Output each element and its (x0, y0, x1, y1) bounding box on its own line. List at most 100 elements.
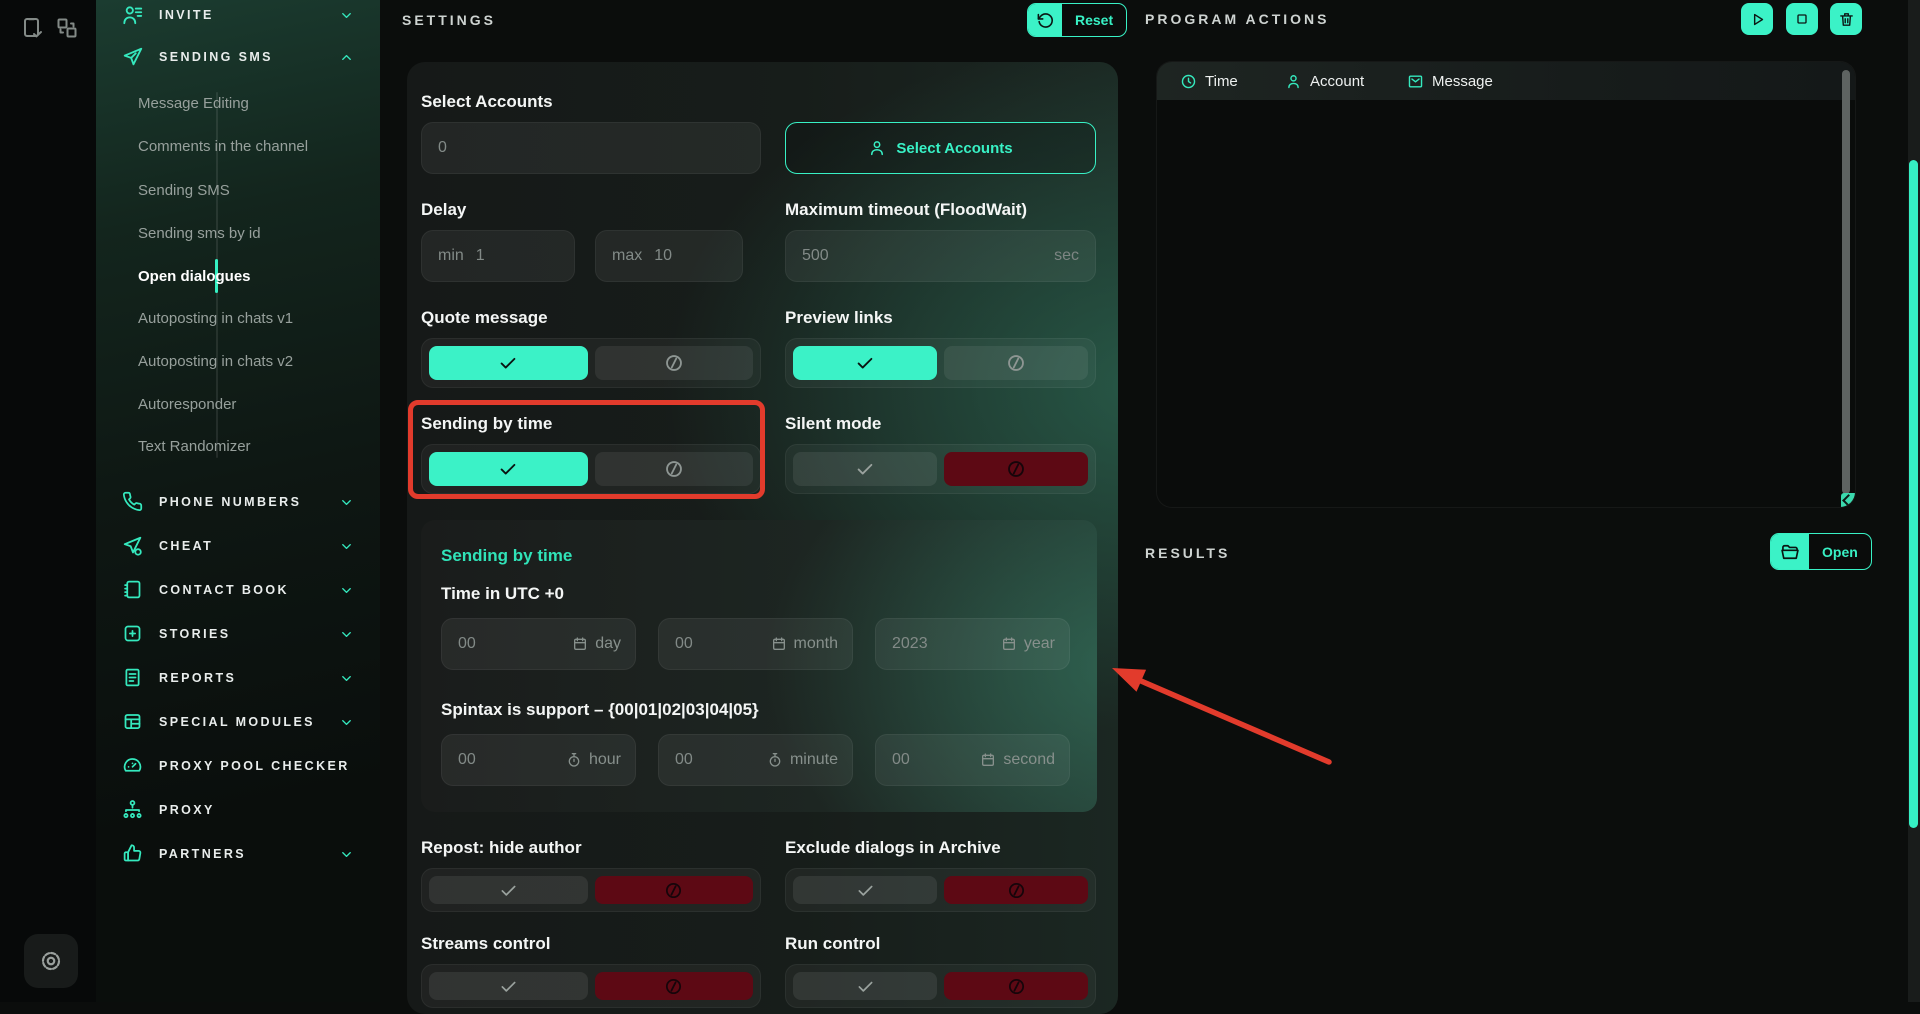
toggle-no-button[interactable] (595, 452, 754, 486)
slash-circle-icon (1006, 976, 1027, 997)
sidebar-item-reports[interactable]: REPORTS (96, 663, 380, 693)
select-accounts-button-label: Select Accounts (896, 140, 1012, 157)
sidebar-item-cheat[interactable]: CHEAT (96, 531, 380, 561)
check-icon (497, 458, 519, 480)
envelope-icon (1407, 73, 1424, 90)
arrow-annotation (1098, 648, 1348, 778)
toggle-yes-button[interactable] (429, 972, 588, 1000)
minute-input[interactable]: 00 minute (658, 734, 853, 786)
sidebar-subitem-sending-sms[interactable]: Sending SMS (96, 175, 380, 205)
table-scrollbar-thumb[interactable] (1842, 70, 1850, 494)
toggle-yes-button[interactable] (793, 346, 937, 380)
chevron-down-icon[interactable] (339, 715, 354, 730)
clipboard-check-icon[interactable] (20, 16, 44, 40)
delay-min-prefix: min (438, 247, 464, 265)
sidebar-subitem-autoresponder[interactable]: Autoresponder (96, 389, 380, 419)
settings-gear-button[interactable] (24, 934, 78, 988)
open-results-button[interactable]: Open (1770, 533, 1872, 570)
toggle-no-button[interactable] (595, 876, 754, 904)
reset-button[interactable]: Reset (1027, 3, 1127, 37)
settings-title: SETTINGS (402, 12, 496, 28)
swap-windows-icon[interactable] (55, 16, 79, 40)
sidebar-subitem-comments-in-channel[interactable]: Comments in the channel (96, 131, 380, 161)
toggle-yes-button[interactable] (429, 346, 588, 380)
toggle-yes-button[interactable] (793, 876, 937, 904)
chevron-down-icon[interactable] (339, 627, 354, 642)
column-header-time[interactable]: Time (1180, 62, 1238, 100)
play-button[interactable] (1741, 3, 1773, 35)
chevron-down-icon[interactable] (339, 539, 354, 554)
plus-square-icon (122, 623, 144, 645)
toggle-no-button[interactable] (595, 346, 754, 380)
chevron-down-icon[interactable] (339, 8, 354, 23)
sidebar: INVITE SENDING SMS Message Editing Comme… (96, 0, 380, 1002)
slash-circle-icon (1005, 458, 1027, 480)
sidebar-item-sending-sms[interactable]: SENDING SMS (96, 42, 380, 72)
timeout-input[interactable]: 500sec (785, 230, 1096, 282)
reset-icon (1028, 4, 1062, 36)
thumbs-up-icon (122, 843, 144, 865)
stop-button[interactable] (1786, 3, 1818, 35)
sidebar-item-proxy-pool-checker[interactable]: PROXY POOL CHECKER (96, 751, 380, 781)
sidebar-item-label: PROXY POOL CHECKER (159, 759, 350, 773)
phone-icon (122, 491, 144, 513)
toggle-no-button[interactable] (944, 346, 1088, 380)
chevron-down-icon[interactable] (339, 583, 354, 598)
delay-max-input[interactable]: max10 (595, 230, 743, 282)
sidebar-item-contact-book[interactable]: CONTACT BOOK (96, 575, 380, 605)
chevron-down-icon[interactable] (339, 495, 354, 510)
sidebar-subitem-text-randomizer[interactable]: Text Randomizer (96, 431, 380, 461)
sidebar-item-stories[interactable]: STORIES (96, 619, 380, 649)
toggle-yes-button[interactable] (429, 876, 588, 904)
check-icon (498, 880, 519, 901)
toggle-yes-button[interactable] (793, 972, 937, 1000)
silent-mode-toggle (785, 444, 1096, 494)
person-icon (1285, 73, 1302, 90)
sidebar-subitem-autoposting-v1[interactable]: Autoposting in chats v1 (96, 303, 380, 333)
slash-circle-icon (663, 352, 685, 374)
notebook-icon (122, 579, 144, 601)
page-scrollbar-thumb[interactable] (1909, 160, 1918, 828)
sidebar-subitem-autoposting-v2[interactable]: Autoposting in chats v2 (96, 346, 380, 376)
hour-input[interactable]: 00 hour (441, 734, 636, 786)
toggle-yes-button[interactable] (793, 452, 937, 486)
year-input[interactable]: 2023 year (875, 618, 1070, 670)
subitem-label: Autoposting in chats v2 (138, 353, 293, 370)
month-input[interactable]: 00 month (658, 618, 853, 670)
sidebar-subitem-open-dialogues[interactable]: Open dialogues (96, 261, 380, 291)
column-label: Account (1310, 73, 1364, 90)
toggle-no-button[interactable] (944, 972, 1088, 1000)
sidebar-item-phone-numbers[interactable]: PHONE NUMBERS (96, 487, 380, 517)
chevron-down-icon[interactable] (339, 671, 354, 686)
selected-accounts-input[interactable]: 0 (421, 122, 761, 174)
column-header-account[interactable]: Account (1285, 62, 1364, 100)
left-rail (0, 0, 96, 1002)
chevron-down-icon[interactable] (339, 847, 354, 862)
sidebar-subitem-message-editing[interactable]: Message Editing (96, 88, 380, 118)
select-accounts-button[interactable]: Select Accounts (785, 122, 1096, 174)
chevron-up-icon[interactable] (339, 50, 354, 65)
subitem-label: Text Randomizer (138, 438, 251, 455)
sidebar-item-label: PHONE NUMBERS (159, 495, 301, 509)
toggle-yes-button[interactable] (429, 452, 588, 486)
table-resize-handle[interactable] (1841, 493, 1855, 507)
sidebar-subitem-sending-sms-by-id[interactable]: Sending sms by id (96, 218, 380, 248)
exclude-archive-label: Exclude dialogs in Archive (785, 838, 1096, 858)
second-input[interactable]: 00 second (875, 734, 1070, 786)
toggle-no-button[interactable] (944, 452, 1088, 486)
preview-links-label: Preview links (785, 308, 1096, 328)
spintax-label: Spintax is support – {00|01|02|03|04|05} (441, 700, 1077, 720)
sidebar-item-invite[interactable]: INVITE (96, 0, 380, 30)
sidebar-item-label: REPORTS (159, 671, 236, 685)
sidebar-item-special-modules[interactable]: SPECIAL MODULES (96, 707, 380, 737)
toggle-no-button[interactable] (595, 972, 754, 1000)
run-control-toggle (785, 964, 1096, 1008)
delay-min-input[interactable]: min1 (421, 230, 575, 282)
delay-max-value: 10 (654, 247, 672, 265)
toggle-no-button[interactable] (944, 876, 1088, 904)
column-header-message[interactable]: Message (1407, 62, 1493, 100)
sidebar-item-partners[interactable]: PARTNERS (96, 839, 380, 869)
day-input[interactable]: 00 day (441, 618, 636, 670)
delete-button[interactable] (1830, 3, 1862, 35)
sidebar-item-proxy[interactable]: PROXY (96, 795, 380, 825)
